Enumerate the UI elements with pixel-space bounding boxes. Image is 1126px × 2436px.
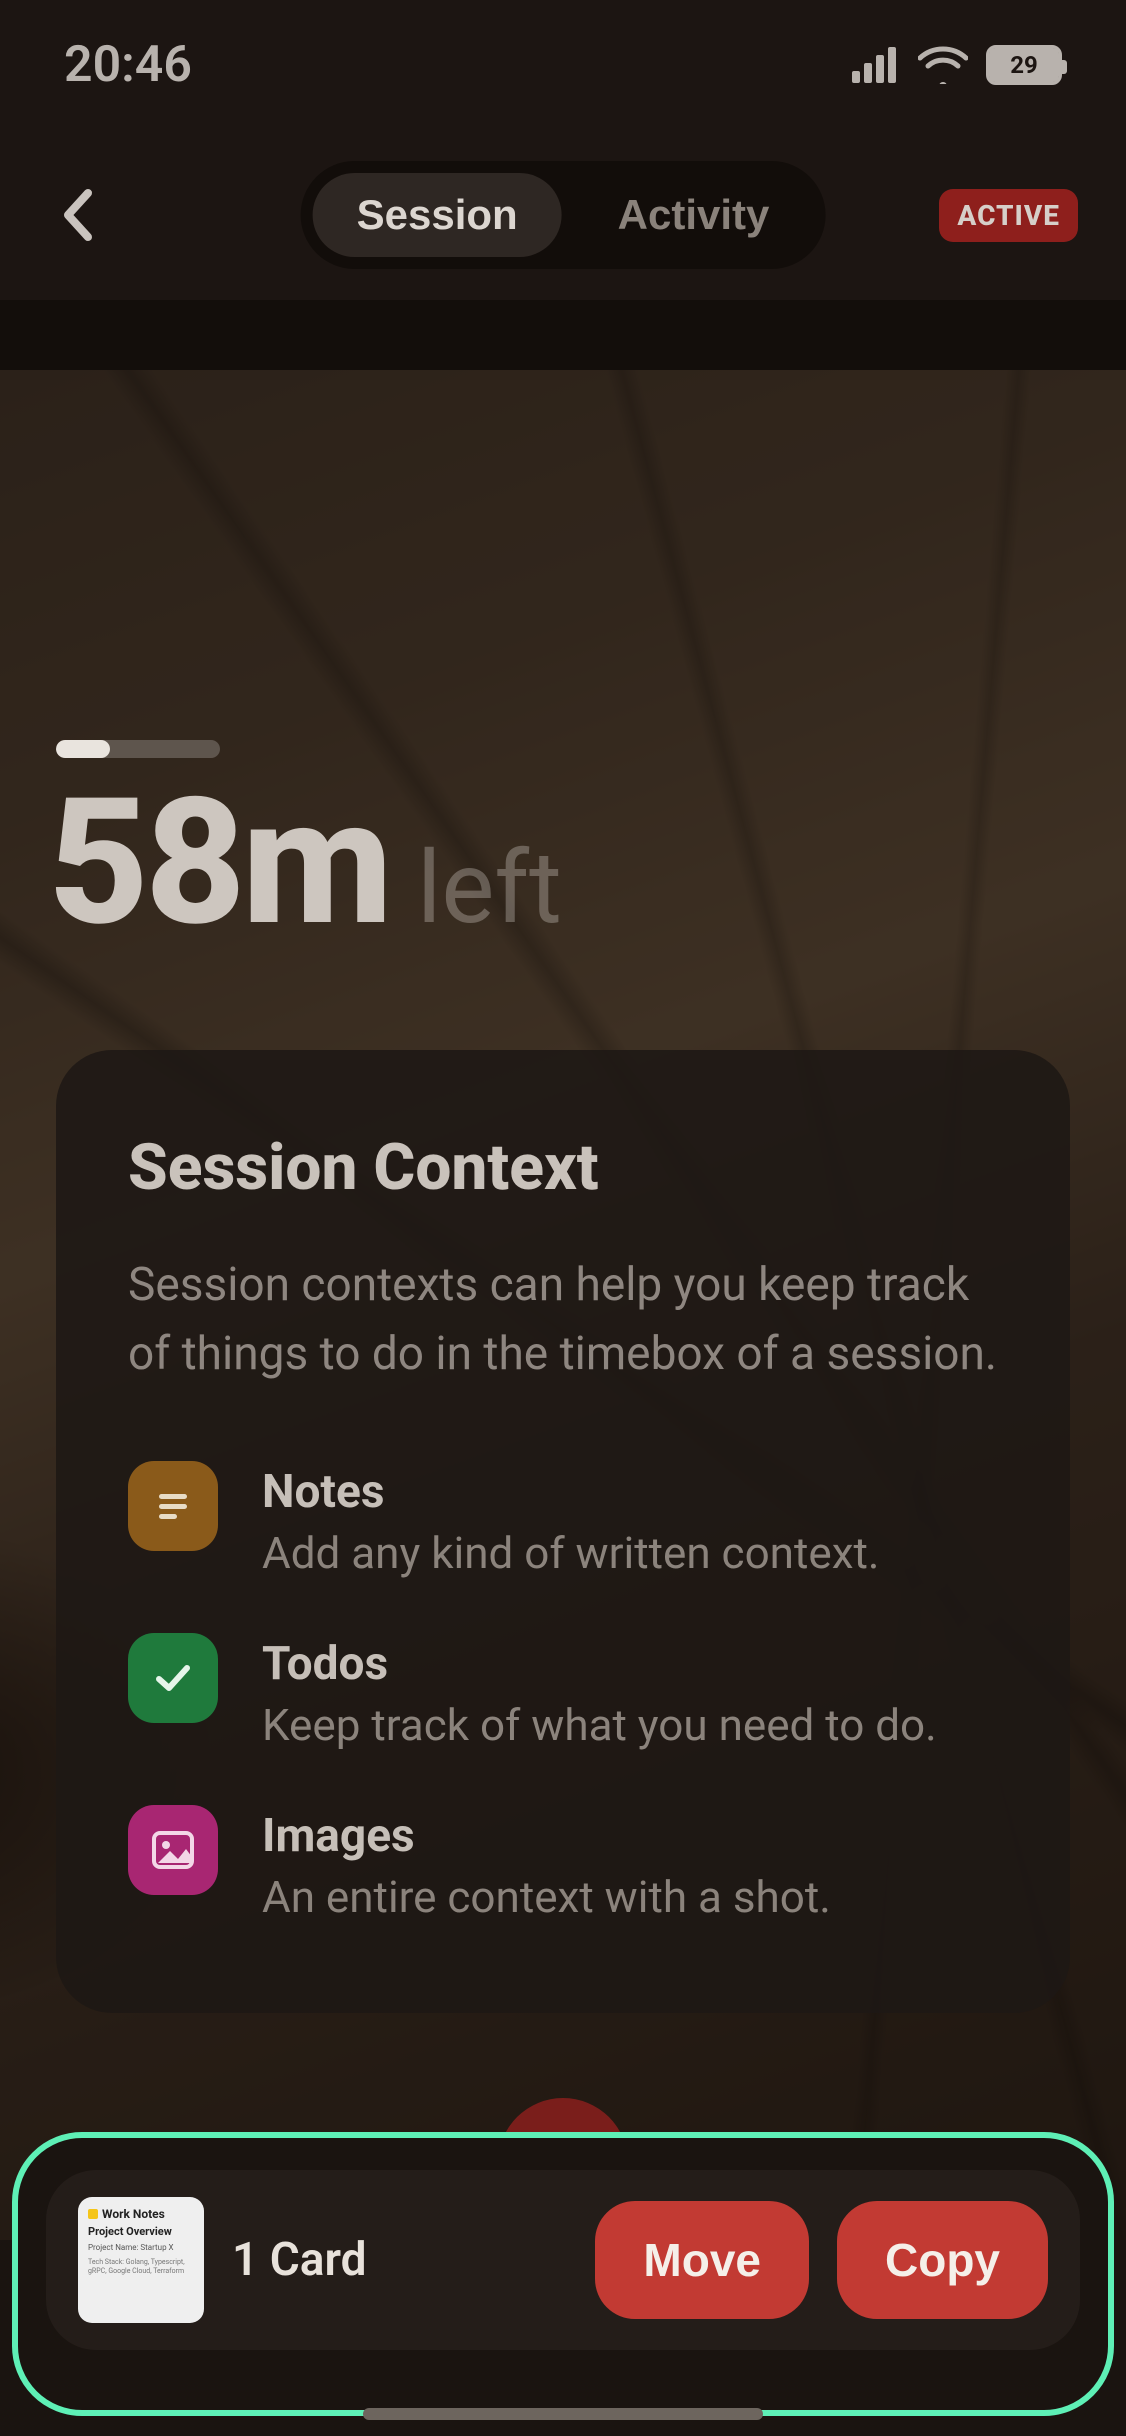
feature-images[interactable]: Images An entire context with a shot. [128,1805,998,1923]
thumb-line1: Work Notes [88,2207,194,2221]
copy-button[interactable]: Copy [837,2201,1048,2319]
thumb-line4: Tech Stack: Golang, Typescript, gRPC, Go… [88,2258,194,2275]
timer-label: left [417,839,562,939]
context-title: Session Context [128,1130,998,1205]
image-icon [128,1805,218,1895]
session-progress-fill [56,740,110,758]
subheader-peek [0,300,1126,370]
session-timer: 58m left [48,775,562,950]
selection-panel: Work Notes Project Overview Project Name… [12,2132,1114,2416]
tab-session[interactable]: Session [313,173,562,257]
status-time: 20:46 [64,36,192,94]
feature-notes-title: Notes [262,1465,998,1519]
feature-notes[interactable]: Notes Add any kind of written context. [128,1461,998,1579]
status-right: 29 [852,45,1062,85]
feature-todos-subtitle: Keep track of what you need to do. [262,1699,998,1751]
notes-icon [128,1461,218,1551]
tab-activity[interactable]: Activity [574,173,814,257]
session-progress [56,740,220,758]
move-button[interactable]: Move [595,2201,809,2319]
feature-todos[interactable]: Todos Keep track of what you need to do. [128,1633,998,1751]
feature-images-subtitle: An entire context with a shot. [262,1871,998,1923]
chevron-left-icon [60,187,96,243]
context-description: Session contexts can help you keep track… [128,1251,998,1389]
status-bar: 20:46 29 [0,0,1126,130]
check-icon [128,1633,218,1723]
wifi-icon [918,46,968,84]
cellular-icon [852,47,900,83]
session-context-card: Session Context Session contexts can hel… [56,1050,1070,2013]
active-badge: ACTIVE [939,189,1078,242]
home-indicator[interactable] [363,2408,763,2420]
main-area: 58m left Session Context Session context… [0,370,1126,2240]
selection-bar: Work Notes Project Overview Project Name… [46,2170,1080,2350]
thumb-line3: Project Name: Startup X [88,2243,194,2253]
feature-images-title: Images [262,1809,998,1863]
thumb-line2: Project Overview [88,2225,194,2238]
selection-count: 1 Card [232,2233,567,2287]
card-thumbnail[interactable]: Work Notes Project Overview Project Name… [78,2197,204,2323]
feature-notes-subtitle: Add any kind of written context. [262,1527,998,1579]
battery-icon: 29 [986,45,1062,85]
feature-todos-title: Todos [262,1637,998,1691]
timer-value: 58m [48,775,389,950]
back-button[interactable] [48,185,108,245]
battery-percent: 29 [989,48,1059,82]
segmented-control: Session Activity [301,161,826,269]
header: Session Activity ACTIVE [0,130,1126,300]
